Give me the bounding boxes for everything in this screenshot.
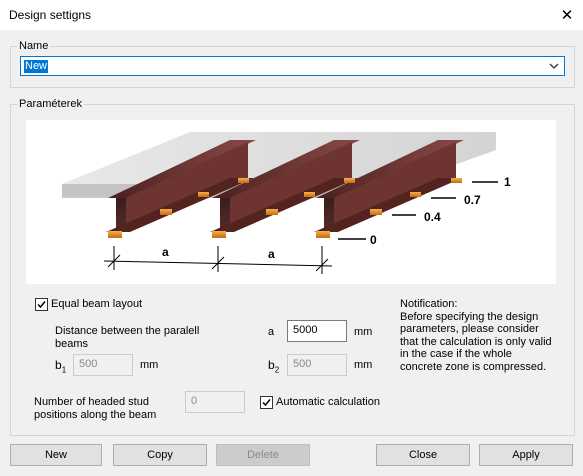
b2-input[interactable]: 500 [287,354,347,376]
studs-input[interactable]: 0 [185,391,245,413]
name-combobox-value: New [24,60,49,73]
dimension-label-a-1: a [162,245,169,259]
equal-beam-checkbox[interactable] [35,298,48,311]
distance-label-line1: Distance between the paralell [55,325,200,337]
notification-line: parameters, please consider [400,323,539,336]
window-title: Design settigns [9,8,92,22]
apply-button[interactable]: Apply [479,444,573,466]
notification-line: Notification: [400,298,458,310]
studs-label-line1: Number of headed stud [34,396,149,408]
close-button[interactable]: Close [376,444,470,466]
b2-unit: mm [354,359,373,371]
b2-label: b2 [268,358,280,375]
b1-label: b1 [55,358,67,375]
copy-button[interactable]: Copy [113,444,207,466]
close-icon[interactable]: ✕ [556,4,578,26]
dimension-line [103,246,333,274]
notification-line: Before specifying the design [400,310,539,323]
notification-line: concrete zone is compressed. [400,360,547,373]
a-unit: mm [354,326,373,338]
auto-calc-checkbox[interactable] [260,396,273,409]
b1-unit: mm [140,359,159,371]
dimension-label-a-2: a [268,247,275,261]
notification: Notification: Before specifying the desi… [400,298,552,374]
distance-label-line2: beams [55,338,89,350]
check-icon [262,399,271,407]
factor-label-0: 0 [370,233,377,247]
studs-label-line2: positions along the beam [34,409,157,421]
equal-beam-label: Equal beam layout [51,298,143,310]
notification-line: that the calculation is only valid [400,335,552,348]
new-button[interactable]: New [10,444,102,466]
notification-line: in the case if the whole [400,348,512,361]
factor-label-1: 1 [504,175,511,189]
auto-calc-label: Automatic calculation [276,396,380,408]
factor-label-04: 0.4 [424,210,441,224]
factor-label-07: 0.7 [464,193,481,207]
chevron-down-icon [549,63,559,69]
beam-layout-diagram: 1 0.7 0.4 0 a a [26,120,556,284]
check-icon [37,301,46,309]
delete-button[interactable]: Delete [216,444,310,466]
a-value-input[interactable]: 5000 [287,320,347,342]
name-combobox[interactable]: New [20,56,565,76]
b1-input[interactable]: 500 [73,354,133,376]
params-group-legend: Paraméterek [17,98,84,110]
name-group-legend: Name [17,40,51,52]
a-label: a [268,326,275,338]
